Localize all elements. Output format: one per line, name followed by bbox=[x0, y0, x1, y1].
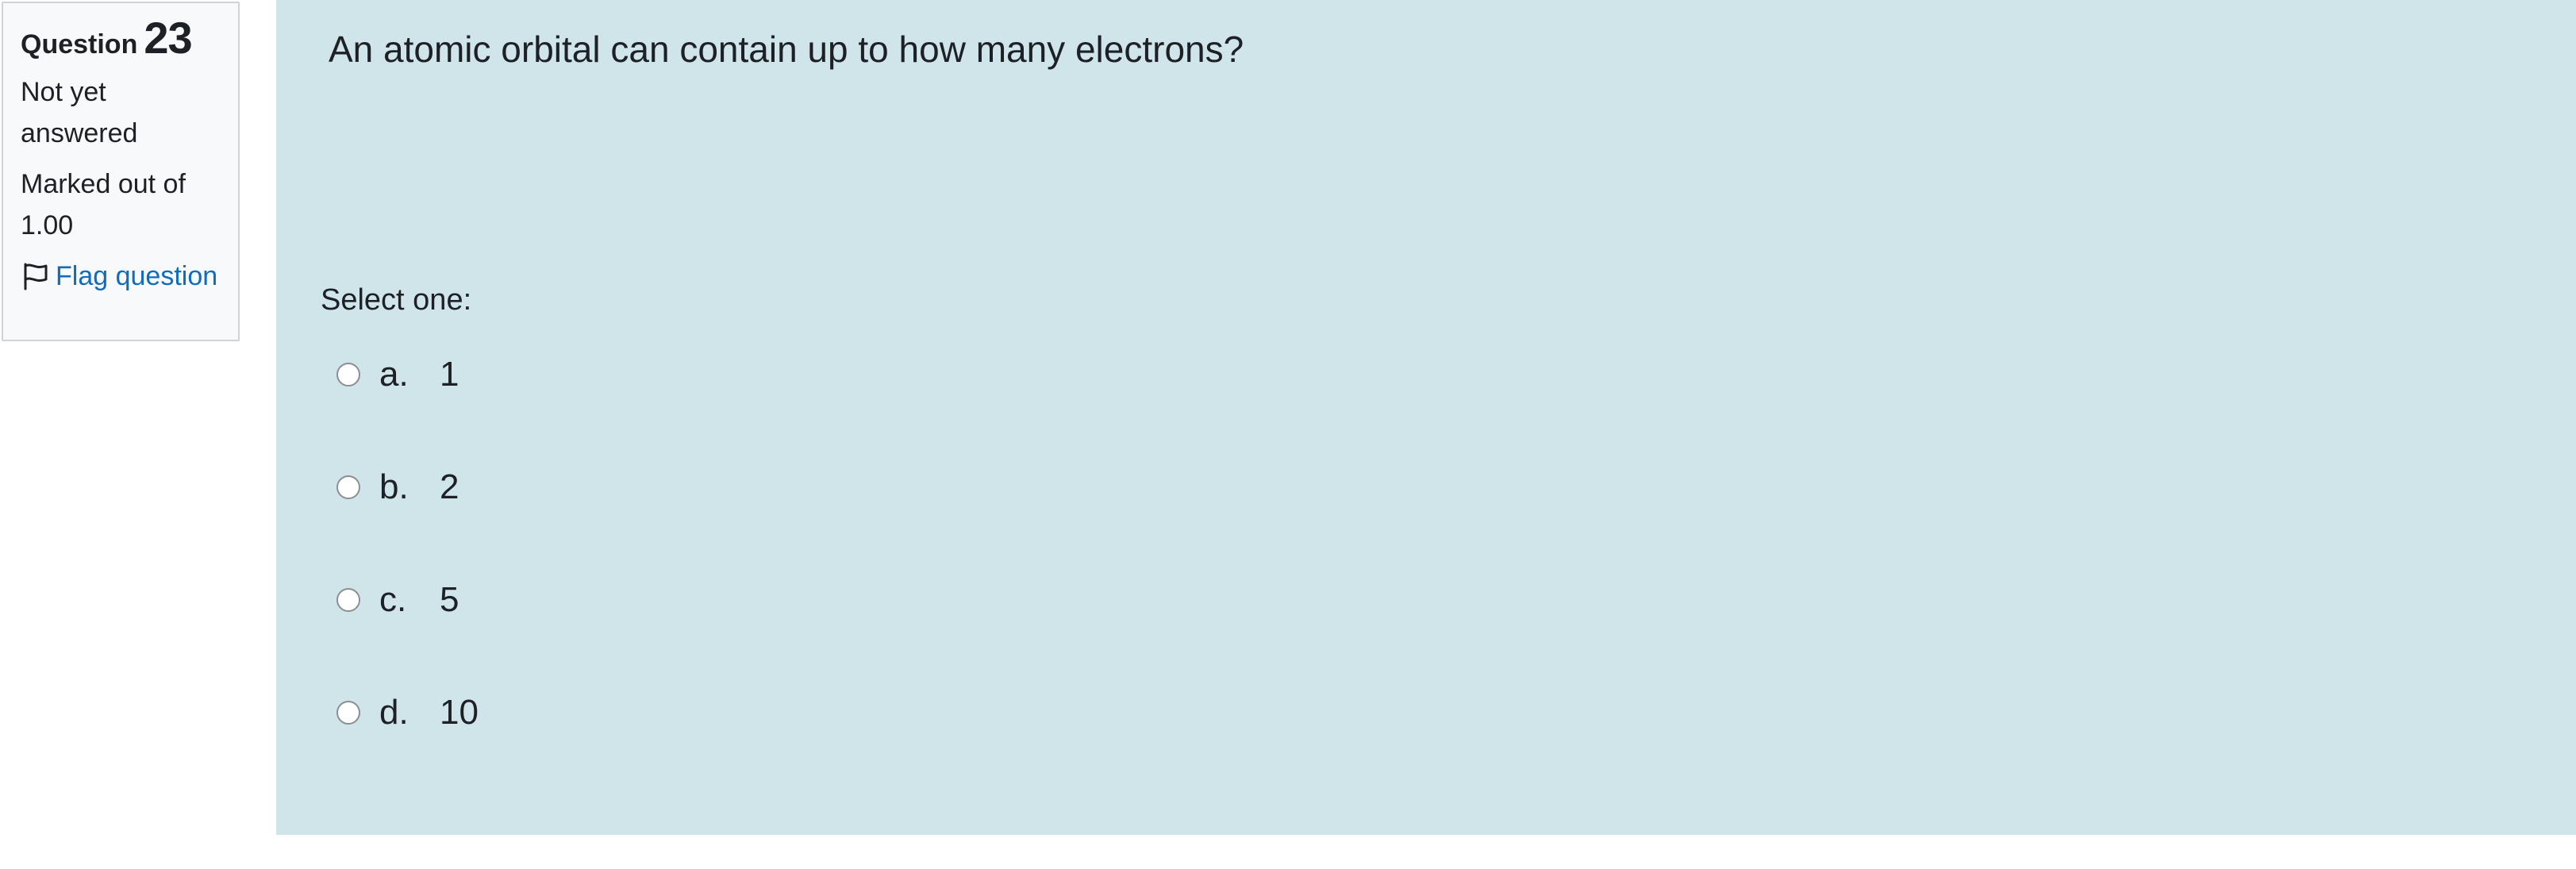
answer-option-a[interactable]: a. 1 bbox=[336, 346, 479, 403]
answer-d-letter: d. bbox=[379, 693, 409, 732]
answer-c-letter: c. bbox=[379, 580, 407, 619]
answer-option-b[interactable]: b. 2 bbox=[336, 459, 479, 516]
question-label: Question bbox=[21, 29, 138, 60]
answer-b-radio[interactable] bbox=[336, 475, 360, 499]
answer-a-radio[interactable] bbox=[336, 363, 360, 386]
flag-icon bbox=[21, 260, 52, 292]
question-text: An atomic orbital can contain up to how … bbox=[329, 29, 1244, 70]
answer-options: a. 1 b. 2 c. 5 d. 10 bbox=[336, 346, 479, 797]
answer-c-radio[interactable] bbox=[336, 588, 360, 612]
answer-b-value: 2 bbox=[440, 467, 459, 506]
answer-d-value: 10 bbox=[440, 693, 479, 732]
select-one-prompt: Select one: bbox=[321, 283, 472, 317]
flag-question-link[interactable]: Flag question bbox=[21, 256, 221, 297]
answer-option-d[interactable]: d. 10 bbox=[336, 684, 479, 741]
answer-c-value: 5 bbox=[440, 580, 459, 619]
answer-b-letter: b. bbox=[379, 467, 409, 506]
question-info-panel: Question 23 Not yet answered Marked out … bbox=[2, 2, 240, 341]
question-content: An atomic orbital can contain up to how … bbox=[276, 0, 2576, 835]
flag-question-label: Flag question bbox=[56, 261, 218, 291]
question-grade: Marked out of 1.00 bbox=[21, 169, 186, 240]
answer-a-value: 1 bbox=[440, 355, 459, 394]
question-number: 23 bbox=[144, 13, 192, 63]
answer-a-letter: a. bbox=[379, 355, 409, 394]
question-status: Not yet answered bbox=[21, 77, 138, 148]
answer-option-c[interactable]: c. 5 bbox=[336, 571, 479, 629]
answer-d-radio[interactable] bbox=[336, 701, 360, 725]
question-number-heading: Question 23 bbox=[21, 16, 221, 60]
